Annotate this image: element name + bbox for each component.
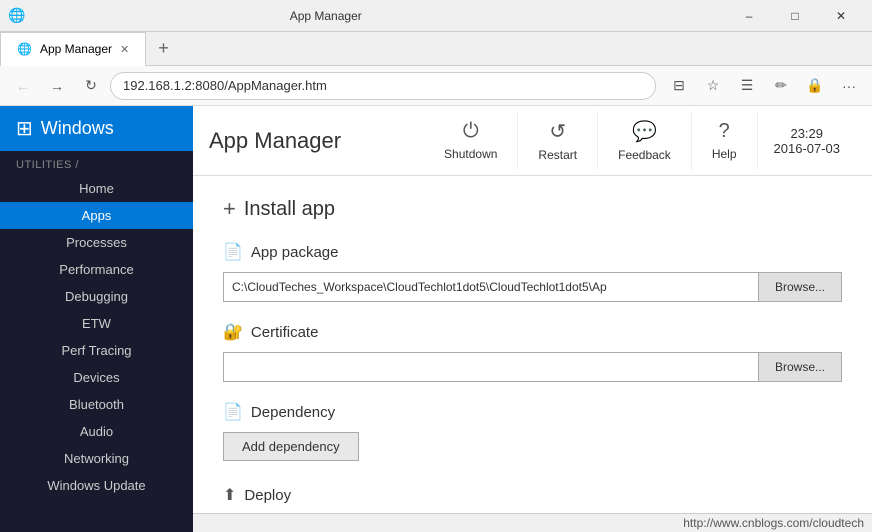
sidebar-item-etw[interactable]: ETW [0, 310, 193, 337]
shutdown-icon: ⏻ [463, 120, 479, 143]
install-header: + Install app [223, 196, 842, 222]
nav-bar: ← → ↻ ⊟ ☆ ☰ ✏ 🔒 ··· [0, 66, 872, 106]
address-bar[interactable] [110, 72, 656, 100]
tab-label: App Manager [40, 42, 112, 56]
favorites-icon[interactable]: ☆ [698, 71, 728, 101]
sidebar: ⊞ Windows UTILITIES / Home Apps Processe… [0, 106, 193, 532]
sidebar-item-audio[interactable]: Audio [0, 418, 193, 445]
browser-app-icon: 🌐 [8, 7, 25, 24]
top-actions: ⏻ Shutdown ↺ Restart 💬 Feedback ? Help 2… [424, 111, 856, 170]
certificate-browse-button[interactable]: Browse... [759, 352, 842, 382]
shutdown-button[interactable]: ⏻ Shutdown [424, 112, 518, 169]
main-content: + Install app 📄 App package Browse... 🔐 … [193, 176, 872, 513]
certificate-icon: 🔐 [223, 322, 243, 342]
app-container: ⊞ Windows UTILITIES / Home Apps Processe… [0, 106, 872, 532]
datetime-display: 23:29 2016-07-03 [758, 118, 857, 164]
install-title: Install app [244, 198, 335, 221]
sidebar-item-bluetooth[interactable]: Bluetooth [0, 391, 193, 418]
dependency-label: Dependency [251, 404, 335, 421]
certificate-label: Certificate [251, 324, 319, 341]
tab-bar: 🌐 App Manager ✕ + [0, 32, 872, 66]
sidebar-section-utilities: UTILITIES / [0, 151, 193, 175]
reader-mode-icon[interactable]: ⊟ [664, 71, 694, 101]
titlebar-controls: – □ ✕ [726, 0, 864, 32]
nav-icons: ⊟ ☆ ☰ ✏ 🔒 ··· [664, 71, 864, 101]
date-display: 2016-07-03 [774, 141, 841, 156]
sidebar-logo-label: Windows [41, 118, 114, 139]
sidebar-item-windows-update[interactable]: Windows Update [0, 472, 193, 499]
app-package-section: 📄 App package [223, 242, 842, 262]
active-tab[interactable]: 🌐 App Manager ✕ [0, 32, 146, 66]
certificate-path-input[interactable] [223, 352, 759, 382]
menu-icon[interactable]: ☰ [732, 71, 762, 101]
help-button[interactable]: ? Help [692, 112, 758, 169]
edit-icon[interactable]: ✏ [766, 71, 796, 101]
app-title: App Manager [209, 128, 424, 154]
restart-label: Restart [538, 148, 577, 162]
app-package-browse-button[interactable]: Browse... [759, 272, 842, 302]
maximize-button[interactable]: □ [772, 0, 818, 32]
browser-titlebar: 🌐 App Manager – □ ✕ [0, 0, 872, 32]
sidebar-item-performance[interactable]: Performance [0, 256, 193, 283]
time-display: 23:29 [790, 126, 823, 141]
tab-close-icon[interactable]: ✕ [120, 43, 129, 56]
new-tab-button[interactable]: + [146, 32, 181, 65]
windows-icon: ⊞ [16, 116, 33, 141]
lock-icon[interactable]: 🔒 [800, 71, 830, 101]
help-label: Help [712, 147, 737, 161]
top-bar: App Manager ⏻ Shutdown ↺ Restart 💬 Feedb… [193, 106, 872, 176]
sidebar-item-networking[interactable]: Networking [0, 445, 193, 472]
add-dependency-button[interactable]: Add dependency [223, 432, 359, 461]
restart-icon: ↺ [549, 119, 566, 144]
sidebar-item-apps[interactable]: Apps [0, 202, 193, 229]
browser-title: App Manager [33, 9, 618, 23]
app-content: App Manager ⏻ Shutdown ↺ Restart 💬 Feedb… [193, 106, 872, 532]
app-package-input-row: Browse... [223, 272, 842, 302]
close-button[interactable]: ✕ [818, 0, 864, 32]
feedback-label: Feedback [618, 148, 671, 162]
sidebar-item-devices[interactable]: Devices [0, 364, 193, 391]
sidebar-item-processes[interactable]: Processes [0, 229, 193, 256]
sidebar-item-home[interactable]: Home [0, 175, 193, 202]
minimize-button[interactable]: – [726, 0, 772, 32]
certificate-input-row: Browse... [223, 352, 842, 382]
status-url: http://www.cnblogs.com/cloudtech [683, 516, 864, 530]
app-package-path-input[interactable] [223, 272, 759, 302]
certificate-section: 🔐 Certificate [223, 322, 842, 342]
sidebar-logo: ⊞ Windows [0, 106, 193, 151]
deploy-icon: ⬆ [223, 485, 236, 505]
help-icon: ? [719, 120, 730, 143]
app-package-label: App package [251, 244, 339, 261]
forward-button[interactable]: → [42, 71, 72, 101]
tab-favicon: 🌐 [17, 42, 32, 56]
sidebar-item-debugging[interactable]: Debugging [0, 283, 193, 310]
feedback-icon: 💬 [632, 119, 657, 144]
status-bar: http://www.cnblogs.com/cloudtech [193, 513, 872, 532]
back-button[interactable]: ← [8, 71, 38, 101]
deploy-section: ⬆ Deploy Go Reset [223, 485, 842, 513]
more-icon[interactable]: ··· [834, 71, 864, 101]
deploy-label: Deploy [244, 487, 291, 504]
restart-button[interactable]: ↺ Restart [518, 111, 598, 170]
dependency-icon: 📄 [223, 402, 243, 422]
file-icon: 📄 [223, 242, 243, 262]
sidebar-item-perf-tracing[interactable]: Perf Tracing [0, 337, 193, 364]
deploy-header: ⬆ Deploy [223, 485, 842, 505]
dependency-section: 📄 Dependency [223, 402, 842, 422]
shutdown-label: Shutdown [444, 147, 497, 161]
plus-icon: + [223, 196, 236, 222]
refresh-button[interactable]: ↻ [76, 71, 106, 101]
feedback-button[interactable]: 💬 Feedback [598, 111, 692, 170]
